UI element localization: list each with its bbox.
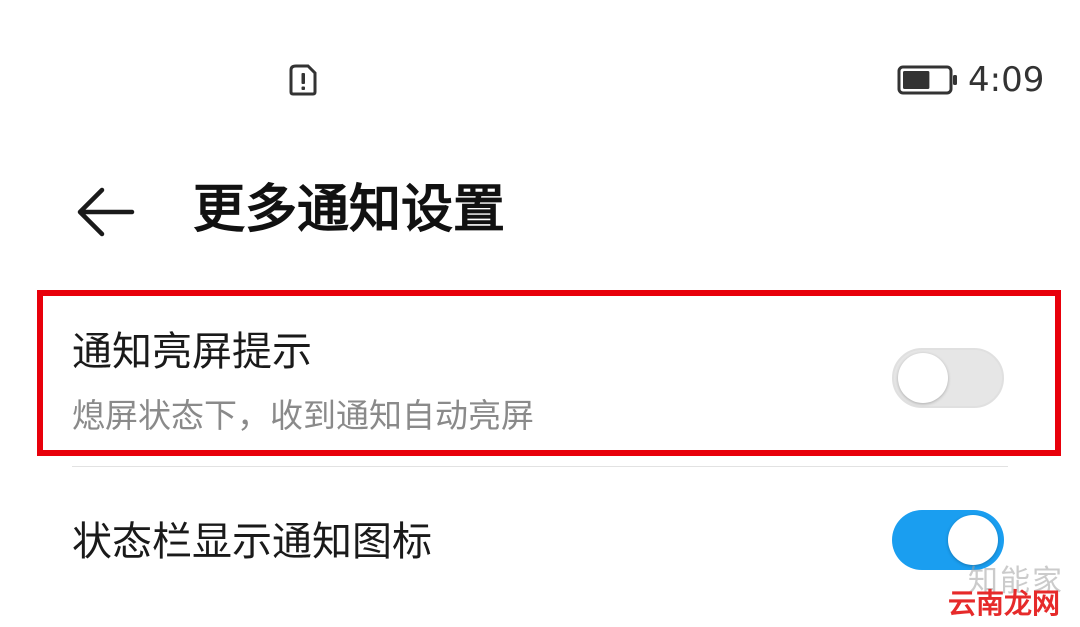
battery-icon — [897, 64, 959, 96]
status-time: 4:09 — [968, 60, 1045, 100]
sim-alert-icon — [289, 64, 317, 96]
status-bar: 4:09 — [0, 0, 1080, 160]
page-title: 更多通知设置 — [193, 180, 506, 240]
highlight-annotation-box — [37, 290, 1061, 456]
back-button[interactable] — [66, 176, 146, 248]
setting-title: 状态栏显示通知图标 — [72, 519, 432, 565]
back-arrow-icon — [66, 176, 146, 248]
watermark-logo-text: 云南龙网 — [948, 587, 1061, 620]
toggle-knob — [948, 515, 998, 565]
status-bar-icons-toggle[interactable] — [892, 510, 1004, 570]
